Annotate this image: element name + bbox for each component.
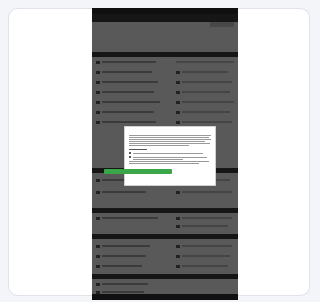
- dialog-body-text: [129, 139, 211, 140]
- cancel-link[interactable]: [122, 176, 154, 179]
- checkbox-label: [133, 152, 203, 154]
- dialog-body-text: [129, 143, 210, 144]
- dialog-body-text: [129, 163, 199, 164]
- dialog-body-text: [129, 135, 211, 136]
- phone-screenshot: [92, 8, 238, 300]
- dialog-body-text: [129, 141, 205, 142]
- dialog-body-text: [129, 145, 189, 146]
- agree-button[interactable]: [104, 169, 172, 174]
- checkbox-icon[interactable]: [129, 156, 131, 158]
- checkbox-label: [133, 158, 183, 160]
- checkbox-icon[interactable]: [129, 152, 131, 154]
- dialog-body-text: [129, 137, 209, 138]
- dialog-body-text: [129, 161, 209, 162]
- checkbox-label: [133, 156, 207, 158]
- dialog-section-label: [129, 149, 147, 150]
